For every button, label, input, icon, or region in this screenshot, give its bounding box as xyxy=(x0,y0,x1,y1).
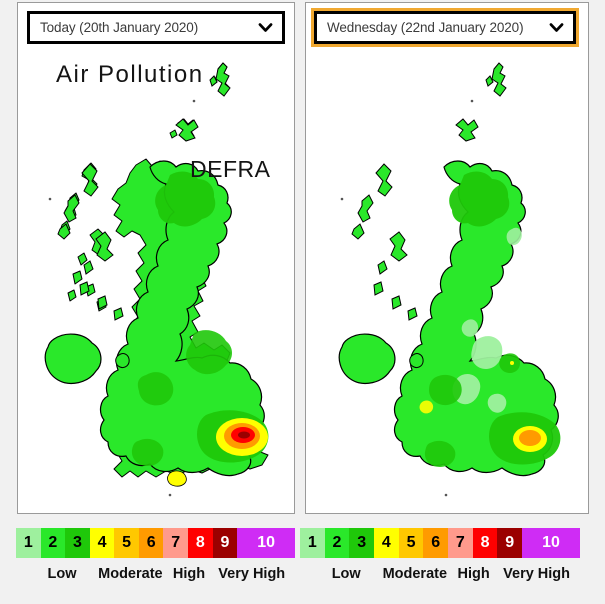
legend-cell-5: 5 xyxy=(114,528,139,558)
legend-cell-10: 10 xyxy=(237,528,295,558)
legend-cell-1: 1 xyxy=(300,528,325,558)
map-panel-today: Air Pollution DEFRA Today (20th January … xyxy=(17,2,295,514)
legend-band-moderate: Moderate xyxy=(382,566,448,582)
date-select-today-value: Today (20th January 2020) xyxy=(40,20,199,35)
legend-wednesday: 1 2 3 4 5 6 7 8 9 10 Low Moderate High V… xyxy=(300,528,581,604)
legend-cell-4: 4 xyxy=(89,528,115,558)
legend-cell-7: 7 xyxy=(163,528,189,558)
legend-bands: Low Moderate High Very High xyxy=(300,566,580,596)
date-select-today[interactable]: Today (20th January 2020) xyxy=(27,11,285,44)
date-select-wednesday[interactable]: Wednesday (22nd January 2020) xyxy=(311,8,579,47)
legend-cell-3: 3 xyxy=(65,528,90,558)
map-panels-row: Air Pollution DEFRA Today (20th January … xyxy=(0,0,605,516)
legend-band-moderate: Moderate xyxy=(98,566,163,582)
legend-band-high: High xyxy=(172,566,206,582)
legends-row: 1 2 3 4 5 6 7 8 9 10 Low Moderate High V… xyxy=(0,528,605,604)
legend-cell-2: 2 xyxy=(324,528,350,558)
legend-today: 1 2 3 4 5 6 7 8 9 10 Low Moderate High V… xyxy=(16,528,295,604)
legend-cell-7: 7 xyxy=(448,528,473,558)
legend-cell-10: 10 xyxy=(522,528,581,558)
air-pollution-forecast-page: Air Pollution DEFRA Today (20th January … xyxy=(0,0,605,604)
legend-bands: Low Moderate High Very High xyxy=(16,566,295,596)
legend-cell-6: 6 xyxy=(138,528,164,558)
date-select-wednesday-value: Wednesday (22nd January 2020) xyxy=(327,20,524,35)
legend-cell-3: 3 xyxy=(349,528,375,558)
legend-cell-2: 2 xyxy=(40,528,66,558)
legend-cell-1: 1 xyxy=(16,528,41,558)
legend-cell-6: 6 xyxy=(423,528,449,558)
legend-band-very-high: Very High xyxy=(503,566,571,582)
legend-cell-4: 4 xyxy=(374,528,399,558)
uk-pollution-map-wednesday xyxy=(338,62,561,497)
map-panel-wednesday: Wednesday (22nd January 2020) xyxy=(305,2,589,514)
legend-band-low: Low xyxy=(47,566,77,582)
legend-band-very-high: Very High xyxy=(218,566,286,582)
legend-band-low: Low xyxy=(331,566,361,582)
chevron-down-icon xyxy=(258,23,273,32)
uk-pollution-map-today xyxy=(44,62,269,497)
legend-cell-9: 9 xyxy=(212,528,238,558)
legend-cell-8: 8 xyxy=(472,528,498,558)
legend-cell-5: 5 xyxy=(398,528,424,558)
legend-band-high: High xyxy=(457,566,490,582)
legend-scale: 1 2 3 4 5 6 7 8 9 10 xyxy=(300,528,581,558)
legend-cell-8: 8 xyxy=(188,528,213,558)
chevron-down-icon xyxy=(549,23,564,32)
legend-cell-9: 9 xyxy=(497,528,523,558)
legend-scale: 1 2 3 4 5 6 7 8 9 10 xyxy=(16,528,295,558)
